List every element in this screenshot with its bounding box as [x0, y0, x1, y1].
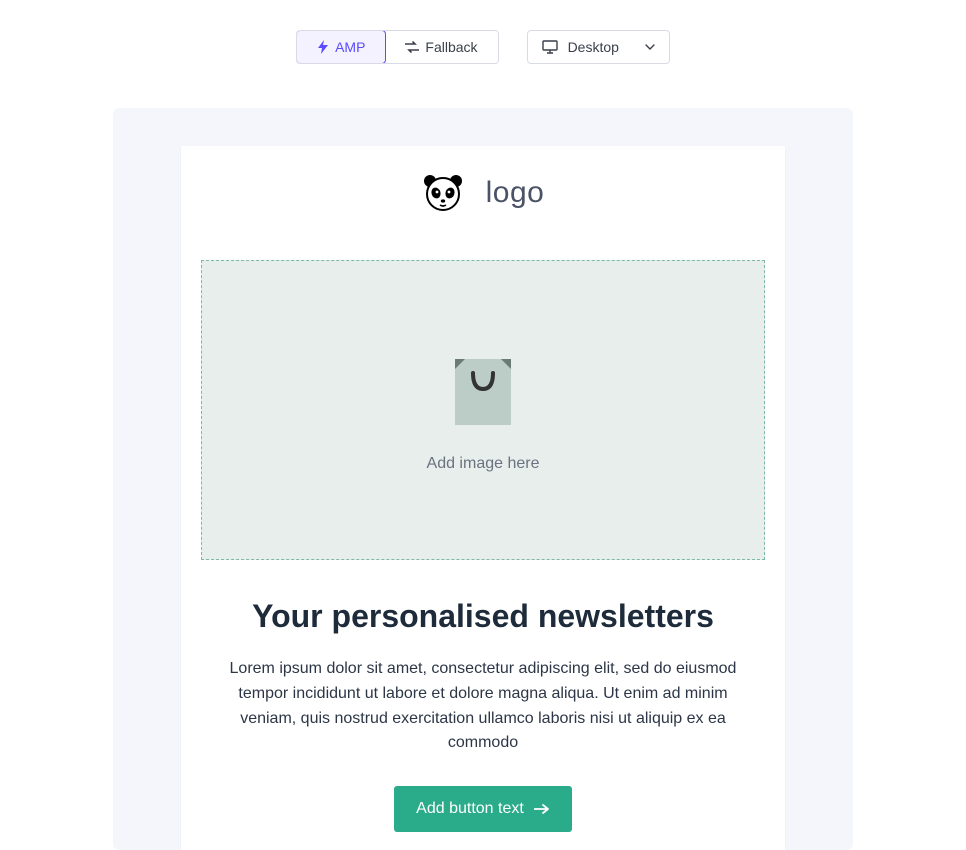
- headline[interactable]: Your personalised newsletters: [201, 598, 765, 635]
- version-toggle: AMP Fallback: [296, 30, 498, 64]
- swap-icon: [405, 41, 419, 53]
- image-placeholder[interactable]: Add image here: [201, 260, 765, 560]
- preview-stage: logo Add image here Your personalised ne…: [113, 108, 853, 850]
- cta-button[interactable]: Add button text: [394, 786, 572, 832]
- image-placeholder-label: Add image here: [427, 455, 540, 473]
- monitor-icon: [542, 40, 558, 54]
- fallback-tab[interactable]: Fallback: [385, 31, 497, 63]
- logo-text: logo: [486, 176, 545, 210]
- preview-toolbar: AMP Fallback Desktop: [0, 0, 966, 86]
- device-dropdown[interactable]: Desktop: [527, 30, 670, 64]
- cta-button-label: Add button text: [416, 800, 524, 818]
- shopping-bag-icon: [451, 347, 515, 427]
- chevron-down-icon: [645, 44, 655, 50]
- amp-tab-label: AMP: [335, 39, 365, 55]
- lightning-icon: [317, 40, 329, 54]
- body-text[interactable]: Lorem ipsum dolor sit amet, consectetur …: [201, 657, 765, 756]
- device-dropdown-label: Desktop: [568, 39, 619, 55]
- panda-icon: [422, 174, 464, 212]
- logo-block[interactable]: logo: [201, 174, 765, 212]
- fallback-tab-label: Fallback: [425, 39, 477, 55]
- amp-tab[interactable]: AMP: [296, 30, 386, 64]
- arrow-right-icon: [534, 804, 550, 814]
- email-canvas[interactable]: logo Add image here Your personalised ne…: [181, 146, 785, 850]
